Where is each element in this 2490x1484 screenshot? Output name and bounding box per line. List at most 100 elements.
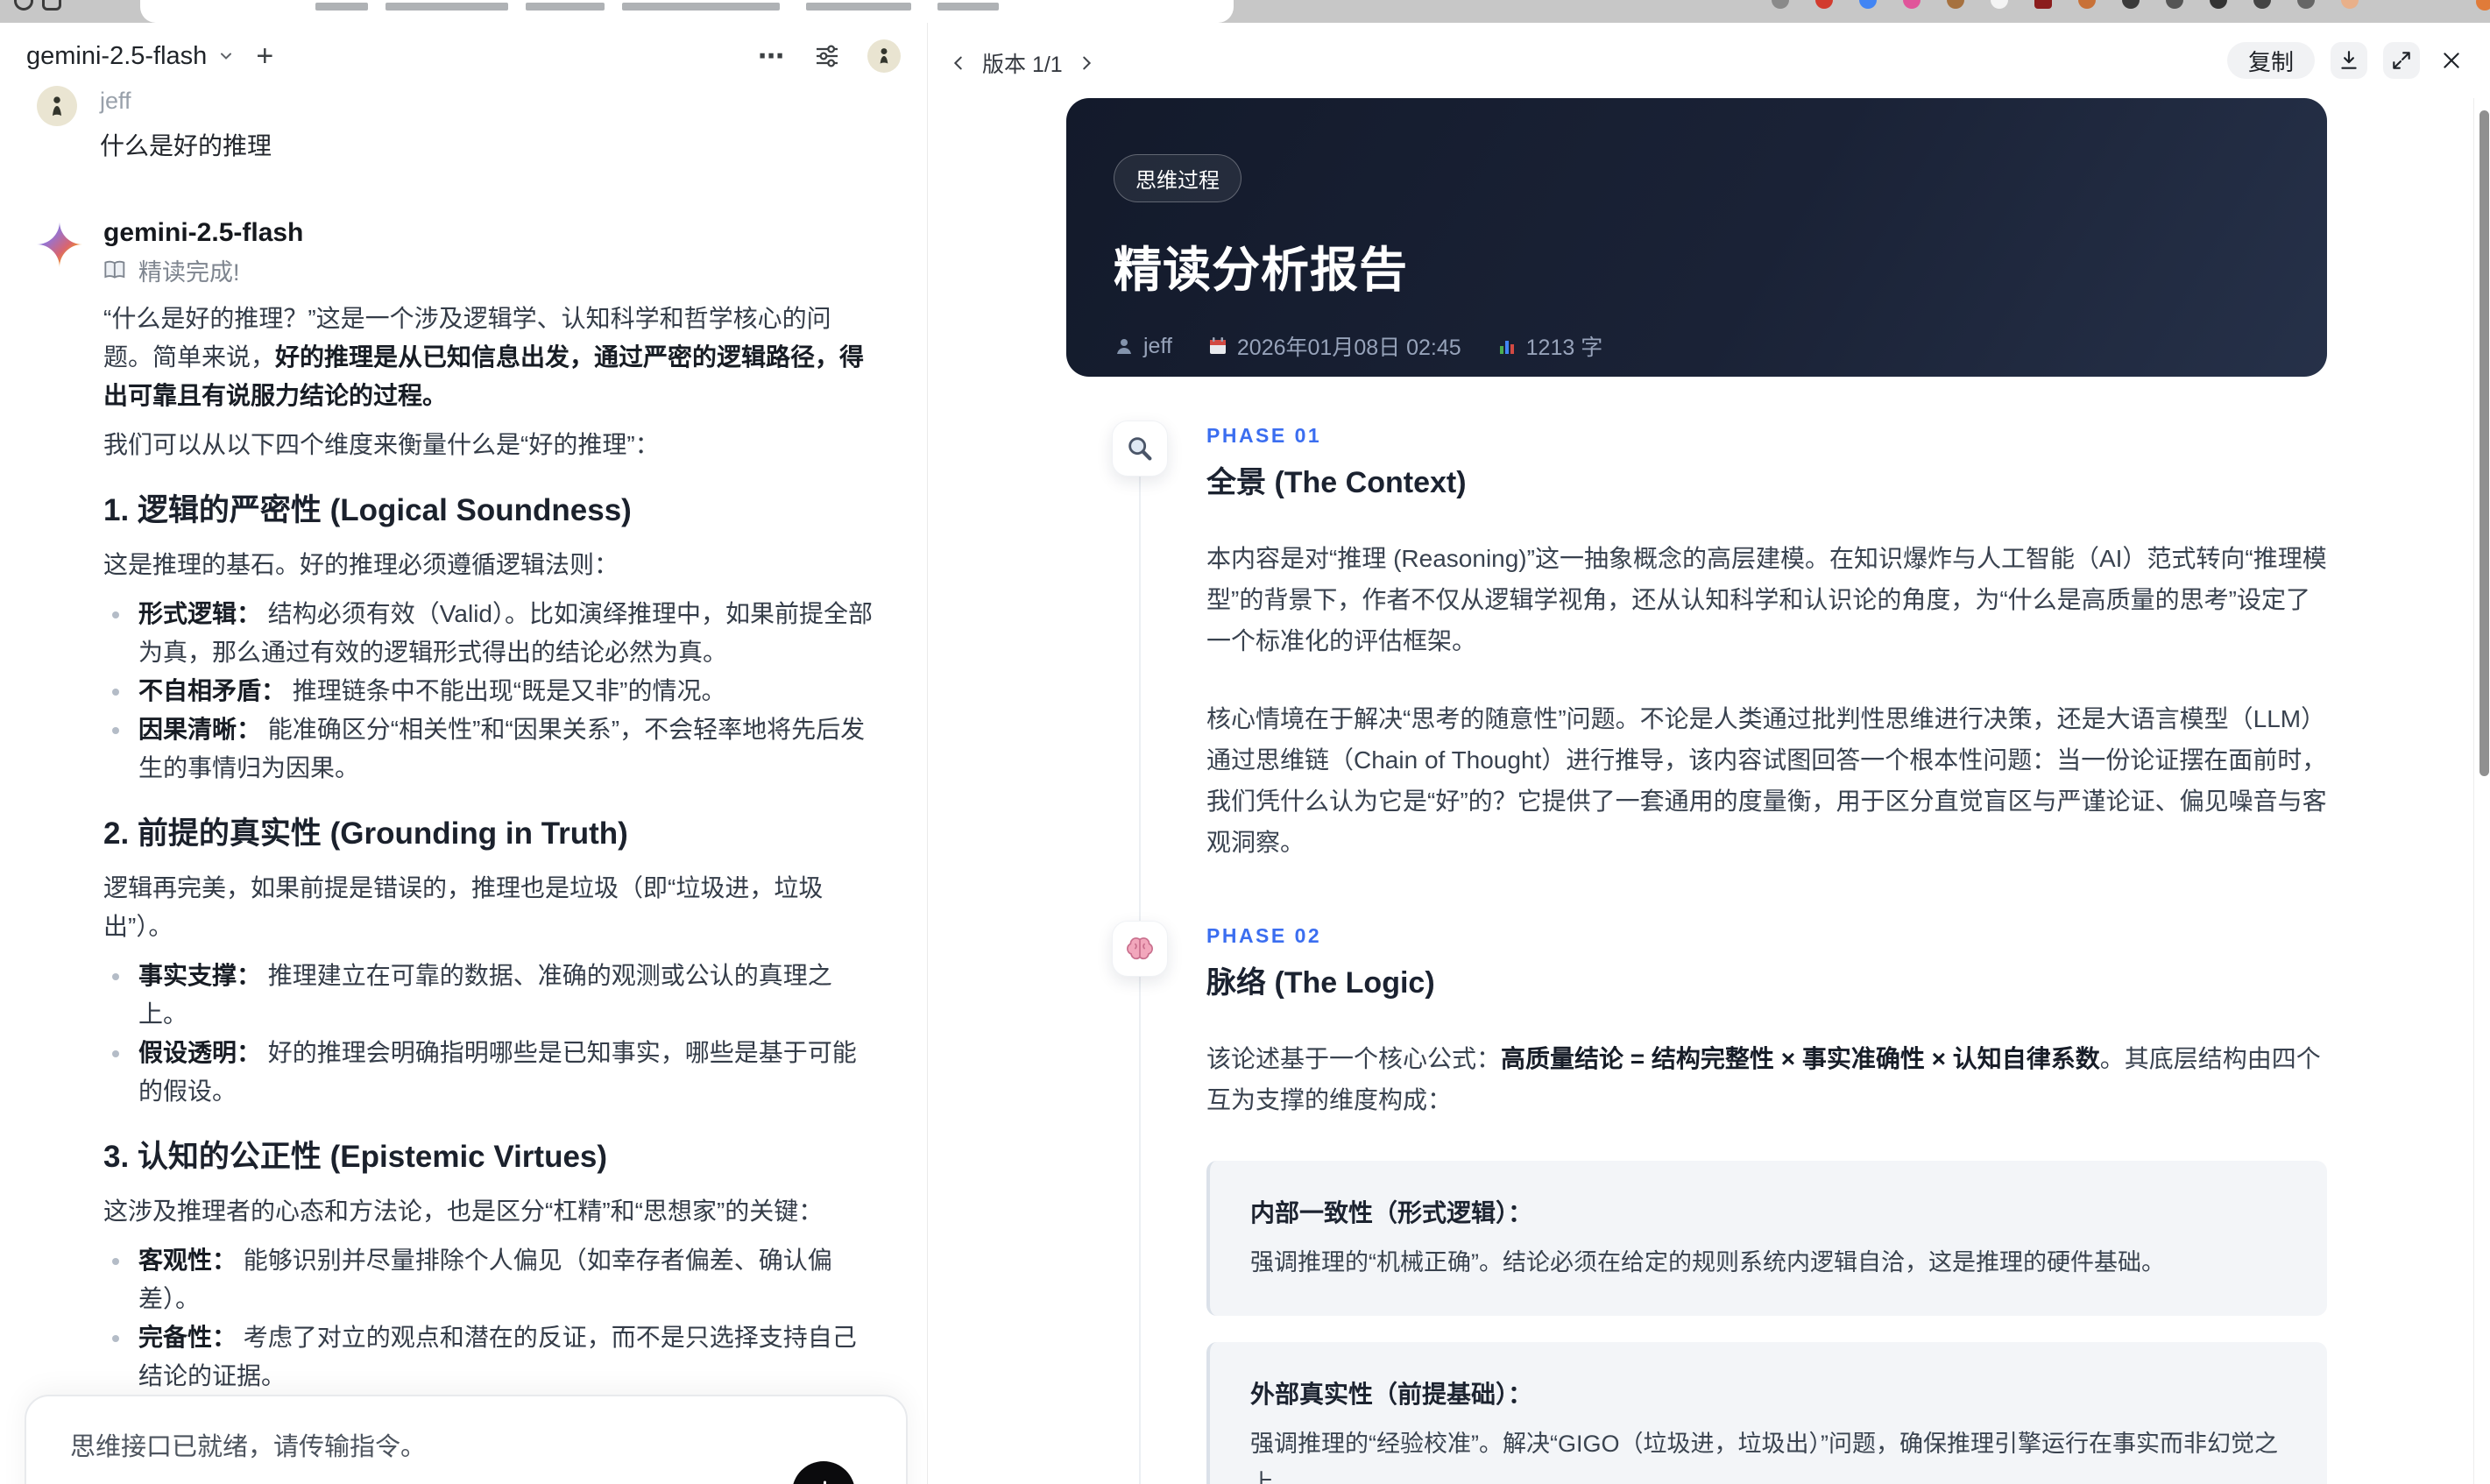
extension-icon[interactable]: [2210, 0, 2227, 9]
list-item: 形式逻辑： 结构必须有效（Valid）。比如演绎推理中，如果前提全部为真，那么通…: [103, 595, 876, 672]
avatar-figure-icon: [880, 48, 888, 64]
list-item: 假设透明： 好的推理会明确指明哪些是已知事实，哪些是基于可能的假设。: [103, 1034, 876, 1111]
browser-reload-icon[interactable]: [14, 0, 33, 11]
card-text: 强调推理的“经验校准”。解决“GIGO（垃圾进，垃圾出）”问题，确保推理引擎运行…: [1250, 1431, 2278, 1484]
waveform-icon: [824, 1480, 826, 1484]
user-message-text: 什么是好的推理: [100, 132, 272, 159]
address-text-fragment: [806, 3, 911, 11]
phase-paragraph: 该论述基于一个核心公式：高质量结论 = 结构完整性 × 事实准确性 × 认知自律…: [1206, 1045, 2321, 1113]
expand-button[interactable]: [2383, 42, 2420, 79]
more-options-button[interactable]: ⋯: [758, 41, 787, 72]
bullet-dot: [112, 1050, 119, 1057]
assistant-message: gemini-2.5-flash 精读完成! “什么是好的推理？”这是一个涉及逻…: [37, 218, 876, 1484]
address-text-fragment: [526, 3, 605, 11]
phase-paragraph: 本内容是对“推理 (Reasoning)”这一抽象概念的高层建模。在知识爆炸与人…: [1206, 545, 2327, 654]
brain-icon: [1112, 921, 1168, 977]
close-icon: [2444, 53, 2459, 68]
address-text-fragment: [937, 3, 999, 11]
copy-button[interactable]: 复制: [2226, 42, 2315, 79]
bullet-dot: [112, 727, 119, 734]
section-heading-3: 3. 认知的公正性 (Epistemic Virtues): [103, 1140, 608, 1174]
expand-icon: [2393, 52, 2410, 69]
bullet-list-2: 事实支撑： 推理建立在可靠的数据、准确的观测或公认的真理之上。 假设透明： 好的…: [103, 957, 876, 1111]
phase-label: PHASE 02: [1206, 924, 1322, 947]
report-title: 精读分析报告: [1114, 243, 1409, 297]
chevron-left-icon[interactable]: [949, 53, 968, 73]
bullet-list-1: 形式逻辑： 结构必须有效（Valid）。比如演绎推理中，如果前提全部为真，那么通…: [103, 595, 876, 788]
scrollbar-track: [2473, 98, 2474, 1484]
assistant-markdown: “什么是好的推理？”这是一个涉及逻辑学、认知科学和哲学核心的问题。简单来说，好的…: [103, 300, 876, 1484]
bar-chart-icon: [1499, 341, 1514, 354]
calendar-icon: [1209, 337, 1226, 354]
phase-2-section: PHASE 02 脉络 (The Logic) 该论述基于一个核心公式：高质量结…: [1066, 921, 2327, 1484]
bullet-dot: [112, 1335, 119, 1342]
composer-input[interactable]: 思维接口已就绪，请传输指令。: [26, 1396, 906, 1463]
new-chat-button[interactable]: +: [256, 41, 273, 71]
bullet-dot: [112, 611, 119, 618]
extension-icon[interactable]: [2122, 0, 2140, 9]
extension-icon[interactable]: [2297, 0, 2315, 9]
phase-title: 全景 (The Context): [1206, 466, 1467, 499]
bullet-dot: [112, 689, 119, 696]
report-meta: jeff 2026年01月08日 02:45 1213 字: [1114, 330, 2280, 362]
scrollbar-thumb[interactable]: [2479, 110, 2489, 776]
dimensions-line: 我们可以从以下四个维度来衡量什么是“好的推理”：: [103, 431, 660, 458]
chat-scroll-area[interactable]: jeff 什么是好的推理 gemini-2.5-flash 精读完成! “什么是…: [0, 81, 927, 1484]
person-icon: [1117, 339, 1131, 354]
extension-icon[interactable]: [2078, 0, 2096, 9]
assistant-model-name: gemini-2.5-flash: [103, 218, 304, 247]
extension-icon[interactable]: [2166, 0, 2183, 9]
intro-paragraph: “什么是好的推理？”这是一个涉及逻辑学、认知科学和哲学核心的问题。简单来说，好的…: [103, 305, 865, 409]
extension-icon[interactable]: [2253, 0, 2271, 9]
magnifier-icon: [1112, 420, 1168, 477]
user-avatar[interactable]: [867, 39, 901, 73]
report-phases: PHASE 01 全景 (The Context) 本内容是对“推理 (Reas…: [1066, 420, 2327, 1484]
download-button[interactable]: [2331, 42, 2367, 79]
section-heading-2: 2. 前提的真实性 (Grounding in Truth): [103, 816, 628, 851]
card-text: 强调推理的“机械正确”。结论必须在给定的规则系统内逻辑自洽，这是推理的硬件基础。: [1250, 1249, 2165, 1276]
app-window: gemini-2.5-flash + ⋯ jeff 什么是好的推理 gemini…: [0, 23, 2490, 1484]
section-heading-1: 1. 逻辑的严密性 (Logical Soundness): [103, 493, 632, 527]
report-hero-card: 思维过程 精读分析报告 jeff 2026年01月08日 02:45 1213 …: [1066, 98, 2327, 377]
extension-icon[interactable]: [2476, 0, 2490, 11]
list-item: 因果清晰： 能准确区分“相关性”和“因果关系”，不会轻率地将先后发生的事情归为因…: [103, 710, 876, 788]
card-title: 内部一致性（形式逻辑）：: [1250, 1199, 1533, 1226]
close-button[interactable]: [2436, 42, 2467, 79]
book-icon: [104, 260, 125, 279]
address-text-fragment: [386, 3, 508, 11]
version-navigator: 版本 1/1: [949, 42, 1096, 79]
phase-label: PHASE 01: [1206, 424, 1322, 447]
extension-icon[interactable]: [1947, 0, 1964, 9]
user-message: jeff 什么是好的推理: [37, 86, 876, 162]
browser-profile-avatar[interactable]: [2341, 0, 2359, 9]
list-item: 不自相矛盾： 推理链条中不能出现“既是又非”的情况。: [103, 672, 876, 710]
status-text: 精读完成!: [138, 259, 240, 286]
browser-apps-icon[interactable]: [42, 0, 61, 11]
list-item: 事实支撑： 推理建立在可靠的数据、准确的观测或公认的真理之上。: [103, 957, 876, 1034]
extension-icon[interactable]: [1903, 0, 1921, 9]
avatar-figure-icon: [53, 96, 61, 117]
address-text-fragment: [315, 3, 368, 11]
extension-icon[interactable]: [2034, 0, 2052, 9]
extension-icon[interactable]: [1859, 0, 1877, 9]
settings-sliders-icon[interactable]: [813, 42, 841, 70]
model-selector[interactable]: gemini-2.5-flash: [26, 42, 235, 71]
chevron-right-icon[interactable]: [1077, 53, 1096, 73]
extension-icon[interactable]: [1772, 0, 1789, 9]
phase-1-section: PHASE 01 全景 (The Context) 本内容是对“推理 (Reas…: [1066, 420, 2327, 863]
user-name: jeff: [100, 88, 131, 114]
browser-extensions-row: [1772, 0, 2359, 9]
logic-dimension-cards: 内部一致性（形式逻辑）： 强调推理的“机械正确”。结论必须在给定的规则系统内逻辑…: [1206, 1161, 2327, 1484]
download-icon: [2341, 51, 2357, 69]
meta-date: 2026年01月08日 02:45: [1207, 330, 1461, 362]
browser-address-bar[interactable]: [140, 0, 1234, 23]
chevron-down-icon: [221, 53, 232, 60]
artifact-scroll-area[interactable]: 思维过程 精读分析报告 jeff 2026年01月08日 02:45 1213 …: [928, 98, 2490, 1484]
chat-header: gemini-2.5-flash + ⋯: [0, 23, 927, 81]
extension-icon[interactable]: [1815, 0, 1833, 9]
gemini-logo-icon: [37, 222, 82, 267]
phase-paragraph: 核心情境在于解决“思考的随意性”问题。不论是人类通过批判性思维进行决策，还是大语…: [1206, 705, 2327, 856]
extension-icon[interactable]: [1991, 0, 2008, 9]
address-text-fragment: [622, 3, 780, 11]
artifact-actions: 复制: [2226, 42, 2467, 79]
